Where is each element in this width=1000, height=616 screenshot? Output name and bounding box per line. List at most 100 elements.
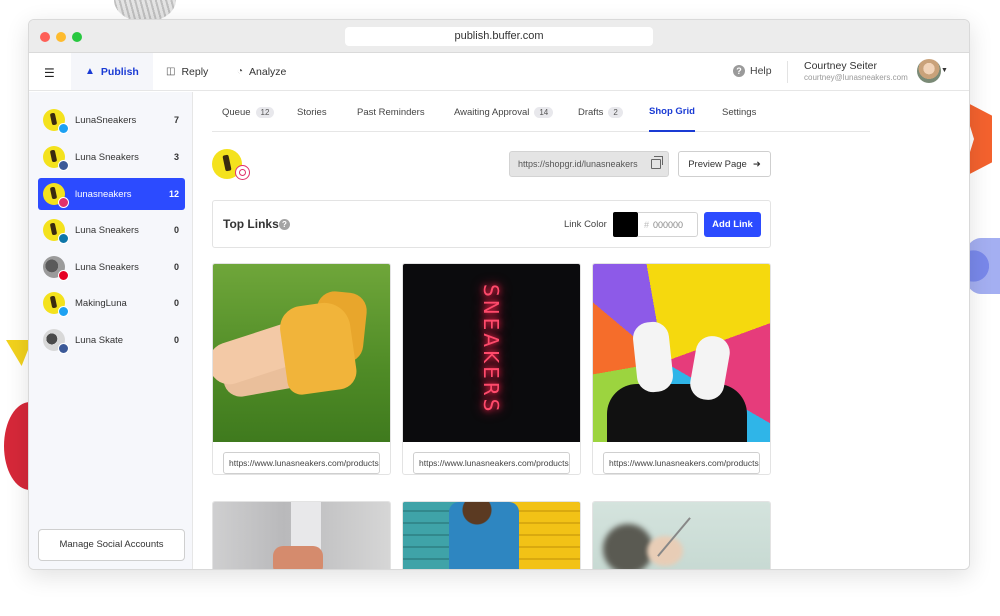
tab-settings[interactable]: Settings bbox=[722, 92, 756, 132]
post-image-neon-sign[interactable]: SNEAKERS bbox=[403, 264, 580, 442]
preview-page-button[interactable]: Preview Page ➜ bbox=[678, 151, 771, 177]
account-count: 0 bbox=[173, 262, 179, 272]
nav-tab-analyze-label: Analyze bbox=[249, 65, 287, 78]
grid-card[interactable] bbox=[592, 501, 771, 569]
minimize-window-button[interactable] bbox=[56, 32, 66, 42]
screen: publish.buffer.com ☰ ▲ Publish ◫ Reply ◔… bbox=[0, 0, 1000, 616]
grid-card[interactable] bbox=[402, 501, 581, 569]
chevron-down-icon[interactable]: ▼ bbox=[941, 67, 948, 74]
account-avatar bbox=[43, 292, 69, 317]
tab-drafts[interactable]: Drafts 2 bbox=[578, 92, 623, 132]
sidebar-account-luna-sneakers-facebook[interactable]: Luna Sneakers 3 bbox=[38, 141, 185, 173]
tab-label: Awaiting Approval bbox=[454, 106, 530, 118]
linkedin-icon bbox=[58, 233, 69, 244]
user-avatar[interactable] bbox=[917, 59, 941, 83]
add-link-button[interactable]: Add Link bbox=[704, 212, 761, 237]
arrow-right-icon: ➜ bbox=[752, 158, 761, 170]
sidebar-account-luna-skate-facebook[interactable]: Luna Skate 0 bbox=[38, 324, 185, 356]
post-image-blurred-skate[interactable] bbox=[593, 502, 770, 569]
sidebar-account-luna-sneakers-linkedin[interactable]: Luna Sneakers 0 bbox=[38, 214, 185, 246]
account-avatar bbox=[43, 183, 69, 208]
hex-placeholder: 000000 bbox=[653, 219, 684, 230]
nav-tab-publish[interactable]: ▲ Publish bbox=[71, 53, 153, 90]
account-avatar bbox=[43, 109, 69, 134]
help-link[interactable]: ? Help bbox=[733, 65, 772, 77]
account-name: Luna Sneakers bbox=[75, 151, 139, 163]
post-image-colorful-floor[interactable] bbox=[593, 264, 770, 442]
account-name: lunasneakers bbox=[75, 188, 132, 200]
tab-queue[interactable]: Queue 12 bbox=[222, 92, 275, 132]
tab-count-badge: 2 bbox=[608, 106, 623, 118]
decor-shape-red bbox=[4, 402, 30, 490]
instagram-icon bbox=[58, 197, 69, 208]
grid-card[interactable]: https://www.lunasneakers.com/products bbox=[592, 263, 771, 475]
account-name: Luna Sneakers bbox=[75, 261, 139, 273]
content-tabs: Queue 12 Stories Past Reminders Awaiting… bbox=[212, 92, 870, 132]
top-links-panel: Top Links ? Link Color # 000000 Add Link bbox=[212, 200, 771, 248]
product-link-input[interactable]: https://www.lunasneakers.com/products bbox=[603, 452, 760, 474]
tab-label: Drafts bbox=[578, 106, 604, 118]
link-color-hex-input[interactable]: # 000000 bbox=[638, 212, 698, 237]
account-avatar bbox=[43, 329, 69, 354]
close-window-button[interactable] bbox=[40, 32, 50, 42]
account-count: 12 bbox=[168, 189, 179, 199]
product-link-input[interactable]: https://www.lunasneakers.com/products bbox=[413, 452, 570, 474]
browser-titlebar: publish.buffer.com bbox=[29, 20, 969, 53]
nav-tab-reply-label: Reply bbox=[181, 65, 209, 78]
account-count: 7 bbox=[173, 115, 179, 125]
grid-card[interactable] bbox=[212, 501, 391, 569]
app-header: ☰ ▲ Publish ◫ Reply ◔ Analyze ? Help Cou… bbox=[29, 53, 969, 91]
account-count: 3 bbox=[173, 152, 179, 162]
twitter-icon bbox=[58, 306, 69, 317]
tab-label: Past Reminders bbox=[357, 106, 425, 118]
shop-url-text: https://shopgr.id/lunasneakers bbox=[518, 159, 638, 169]
account-name: Luna Sneakers bbox=[75, 224, 139, 236]
tab-label: Shop Grid bbox=[649, 105, 695, 117]
sidebar-account-lunasneakers-instagram[interactable]: lunasneakers 12 bbox=[38, 178, 185, 210]
link-color-swatch[interactable] bbox=[613, 212, 638, 237]
nav-tab-reply[interactable]: ◫ Reply bbox=[152, 53, 222, 90]
account-name: LunaSneakers bbox=[75, 114, 137, 126]
product-link-input[interactable]: https://www.lunasneakers.com/products bbox=[223, 452, 380, 474]
shop-url-field[interactable]: https://shopgr.id/lunasneakers bbox=[509, 151, 669, 177]
facebook-icon bbox=[58, 343, 69, 354]
sidebar-account-lunasneakers-twitter[interactable]: LunaSneakers 7 bbox=[38, 104, 185, 136]
account-count: 0 bbox=[173, 335, 179, 345]
maximize-window-button[interactable] bbox=[72, 32, 82, 42]
sidebar-account-makingluna-twitter[interactable]: MakingLuna 0 bbox=[38, 287, 185, 319]
sidebar-account-luna-sneakers-pinterest[interactable]: Luna Sneakers 0 bbox=[38, 251, 185, 283]
chart-icon: ◔ bbox=[237, 66, 244, 77]
tab-past-reminders[interactable]: Past Reminders bbox=[357, 92, 425, 132]
tab-shop-grid[interactable]: Shop Grid bbox=[649, 92, 695, 132]
header-divider bbox=[787, 61, 788, 83]
account-count: 0 bbox=[173, 298, 179, 308]
reply-icon: ◫ bbox=[166, 66, 176, 77]
user-name[interactable]: Courtney Seiter bbox=[804, 60, 877, 72]
twitter-icon bbox=[58, 123, 69, 134]
buffer-logo-icon[interactable]: ☰ bbox=[44, 66, 55, 80]
tab-label: Stories bbox=[297, 106, 327, 118]
grid-card[interactable]: SNEAKERS https://www.lunasneakers.com/pr… bbox=[402, 263, 581, 475]
manage-social-accounts-button[interactable]: Manage Social Accounts bbox=[38, 529, 185, 561]
account-avatar bbox=[43, 219, 69, 244]
post-image-yellow-sneakers[interactable] bbox=[213, 264, 390, 442]
browser-window: publish.buffer.com ☰ ▲ Publish ◫ Reply ◔… bbox=[28, 19, 970, 570]
tab-label: Queue bbox=[222, 106, 251, 118]
copy-icon[interactable] bbox=[651, 156, 663, 169]
nav-tab-analyze[interactable]: ◔ Analyze bbox=[223, 53, 300, 90]
hash-symbol: # bbox=[644, 219, 650, 230]
post-image-brick-wall[interactable] bbox=[403, 502, 580, 569]
sidebar: LunaSneakers 7 Luna Sneakers 3 lunasneak… bbox=[29, 92, 193, 569]
account-avatar bbox=[43, 256, 69, 281]
tab-awaiting-approval[interactable]: Awaiting Approval 14 bbox=[454, 92, 554, 132]
post-image-sneaker-pole[interactable] bbox=[213, 502, 390, 569]
facebook-icon bbox=[58, 160, 69, 171]
instagram-icon bbox=[235, 165, 250, 180]
tab-stories[interactable]: Stories bbox=[297, 92, 327, 132]
tab-count-badge: 14 bbox=[534, 106, 554, 118]
grid-card[interactable]: https://www.lunasneakers.com/products bbox=[212, 263, 391, 475]
help-icon[interactable]: ? bbox=[279, 219, 290, 230]
account-avatar bbox=[43, 146, 69, 171]
address-bar[interactable]: publish.buffer.com bbox=[345, 27, 653, 46]
preview-page-label: Preview Page bbox=[688, 158, 747, 170]
